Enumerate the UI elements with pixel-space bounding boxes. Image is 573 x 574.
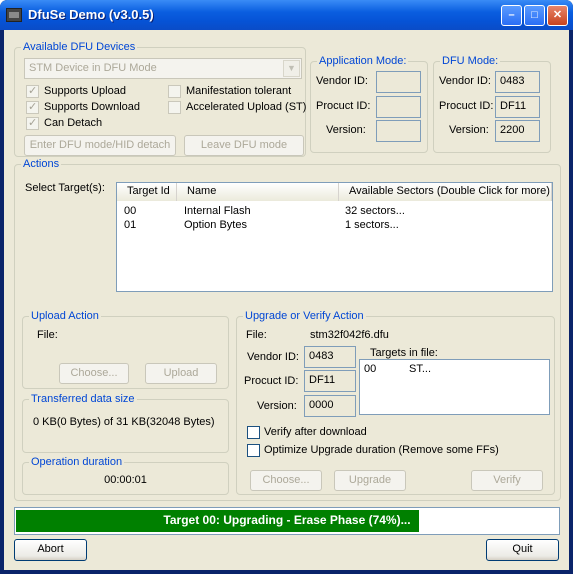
maximize-icon[interactable]: □ (524, 5, 545, 26)
col-sectors[interactable]: Available Sectors (Double Click for more… (339, 183, 552, 201)
dfuse-window: DfuSe Demo (v3.0.5) – □ ✕ Available DFU … (0, 0, 573, 574)
upgrade-choose-button[interactable]: Choose... (250, 470, 322, 491)
upgrade-legend: Upgrade or Verify Action (243, 310, 366, 322)
accelerated-label: Accelerated Upload (ST) (186, 101, 307, 113)
targets-list[interactable]: Target Id Name Available Sectors (Double… (116, 182, 553, 292)
optimize-label: Optimize Upgrade duration (Remove some F… (264, 444, 499, 456)
upload-file-label: File: (37, 329, 58, 341)
upload-choose-button[interactable]: Choose... (59, 363, 129, 384)
upgrade-version-label: Version: (257, 400, 297, 412)
dfu-version-field: 2200 (495, 120, 540, 142)
dfu-product-field: DF11 (495, 96, 540, 118)
row-sectors: 1 sectors... (345, 219, 399, 231)
title-bar[interactable]: DfuSe Demo (v3.0.5) – □ ✕ (0, 0, 573, 30)
col-target-id[interactable]: Target Id (117, 183, 177, 201)
upgrade-vendor-label: Vendor ID: (247, 351, 299, 363)
window-title: DfuSe Demo (v3.0.5) (28, 7, 154, 22)
device-combo[interactable]: STM Device in DFU Mode ▼ (24, 58, 302, 79)
manifestation-checkbox (168, 85, 181, 98)
dfu-mode-legend: DFU Mode: (440, 55, 501, 67)
app-vendor-label: Vendor ID: (316, 75, 368, 87)
upgrade-product-field: DF11 (304, 370, 356, 392)
transferred-value: 0 KB(0 Bytes) of 31 KB(32048 Bytes) (33, 416, 215, 428)
upgrade-file-name: stm32f042f6.dfu (310, 329, 389, 341)
device-combo-value: STM Device in DFU Mode (29, 62, 157, 74)
minimize-icon[interactable]: – (501, 5, 522, 26)
dfu-version-label: Version: (449, 124, 489, 136)
supports-download-label: Supports Download (44, 101, 141, 113)
app-mode-group: Application Mode: Vendor ID: Procuct ID:… (310, 55, 428, 153)
row-name: Internal Flash (184, 205, 251, 217)
transferred-legend: Transferred data size (29, 393, 137, 405)
upgrade-product-label: Procuct ID: (244, 375, 299, 387)
actions-group: Actions Select Target(s): Target Id Name… (14, 158, 561, 501)
duration-group: Operation duration 00:00:01 (22, 456, 229, 495)
file-target-id: 00 (364, 363, 377, 375)
app-product-label: Procuct ID: (316, 100, 371, 112)
upload-group: Upload Action File: Choose... Upload (22, 310, 229, 389)
dfu-vendor-label: Vendor ID: (439, 75, 491, 87)
app-version-field (376, 120, 421, 142)
app-vendor-field (376, 71, 421, 93)
list-item[interactable]: 01 Option Bytes 1 sectors... (117, 219, 552, 233)
targets-in-file-list[interactable]: 00 ST... (359, 359, 550, 415)
chip-icon (6, 8, 22, 22)
upgrade-group: Upgrade or Verify Action File: stm32f042… (236, 310, 555, 495)
verify-after-checkbox[interactable] (247, 426, 260, 439)
app-version-label: Version: (326, 124, 366, 136)
upload-button[interactable]: Upload (145, 363, 217, 384)
file-target-name: ST... (409, 363, 432, 375)
devices-group: Available DFU Devices STM Device in DFU … (14, 41, 307, 157)
dialog-client: Available DFU Devices STM Device in DFU … (4, 30, 569, 570)
verify-button[interactable]: Verify (471, 470, 543, 491)
dfu-mode-group: DFU Mode: Vendor ID: 0483 Procuct ID: DF… (433, 55, 551, 153)
actions-legend: Actions (21, 158, 62, 170)
upgrade-button[interactable]: Upgrade (334, 470, 406, 491)
progress-text: Target 00: Upgrading - Erase Phase (74%)… (163, 513, 411, 527)
accelerated-checkbox (168, 101, 181, 114)
dfu-vendor-field: 0483 (495, 71, 540, 93)
supports-upload-checkbox (26, 84, 39, 98)
verify-after-label: Verify after download (264, 426, 367, 438)
close-icon[interactable]: ✕ (547, 5, 568, 26)
col-name[interactable]: Name (177, 183, 339, 201)
duration-value: 00:00:01 (104, 474, 147, 486)
supports-download-checkbox (26, 100, 39, 114)
transferred-group: Transferred data size 0 KB(0 Bytes) of 3… (22, 393, 229, 453)
chevron-down-icon[interactable]: ▼ (283, 60, 300, 77)
select-targets-label: Select Target(s): (25, 182, 105, 194)
upgrade-vendor-field: 0483 (304, 346, 356, 368)
dfu-product-label: Procuct ID: (439, 100, 494, 112)
app-mode-legend: Application Mode: (317, 55, 409, 67)
progress-bar: Target 00: Upgrading - Erase Phase (74%)… (14, 507, 560, 535)
targets-in-file-label: Targets in file: (370, 347, 438, 359)
row-target-id: 01 (124, 219, 137, 231)
duration-legend: Operation duration (29, 456, 125, 468)
leave-dfu-button[interactable]: Leave DFU mode (184, 135, 304, 156)
abort-button[interactable]: Abort (14, 539, 87, 561)
manifestation-label: Manifestation tolerant (186, 85, 292, 97)
can-detach-label: Can Detach (44, 117, 103, 129)
optimize-checkbox[interactable] (247, 444, 260, 457)
upgrade-file-label: File: (246, 329, 267, 341)
devices-legend: Available DFU Devices (21, 41, 138, 53)
can-detach-checkbox (26, 116, 39, 130)
upgrade-version-field: 0000 (304, 395, 356, 417)
list-item[interactable]: 00 Internal Flash 32 sectors... (117, 205, 552, 219)
supports-upload-label: Supports Upload (44, 85, 126, 97)
upload-legend: Upload Action (29, 310, 101, 322)
row-sectors: 32 sectors... (345, 205, 405, 217)
row-name: Option Bytes (184, 219, 247, 231)
quit-button[interactable]: Quit (486, 539, 559, 561)
app-product-field (376, 96, 421, 118)
row-target-id: 00 (124, 205, 137, 217)
enter-dfu-button[interactable]: Enter DFU mode/HID detach (24, 135, 176, 156)
